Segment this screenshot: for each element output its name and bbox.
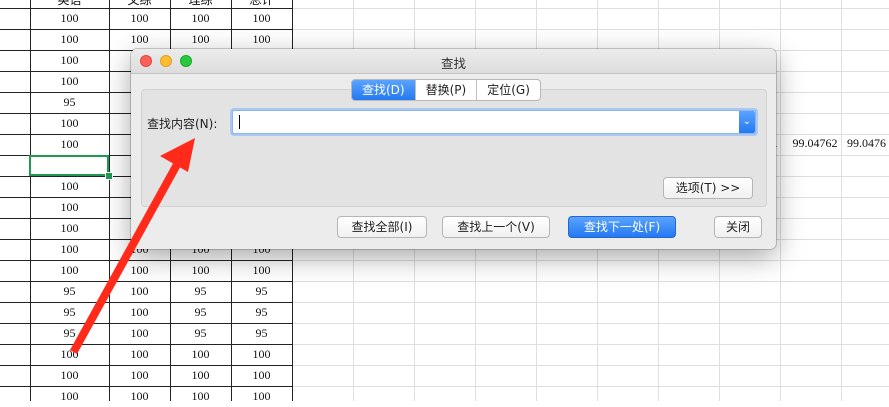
annotation-arrow-icon <box>70 138 195 354</box>
annotation-arrow-shaft <box>70 158 183 354</box>
